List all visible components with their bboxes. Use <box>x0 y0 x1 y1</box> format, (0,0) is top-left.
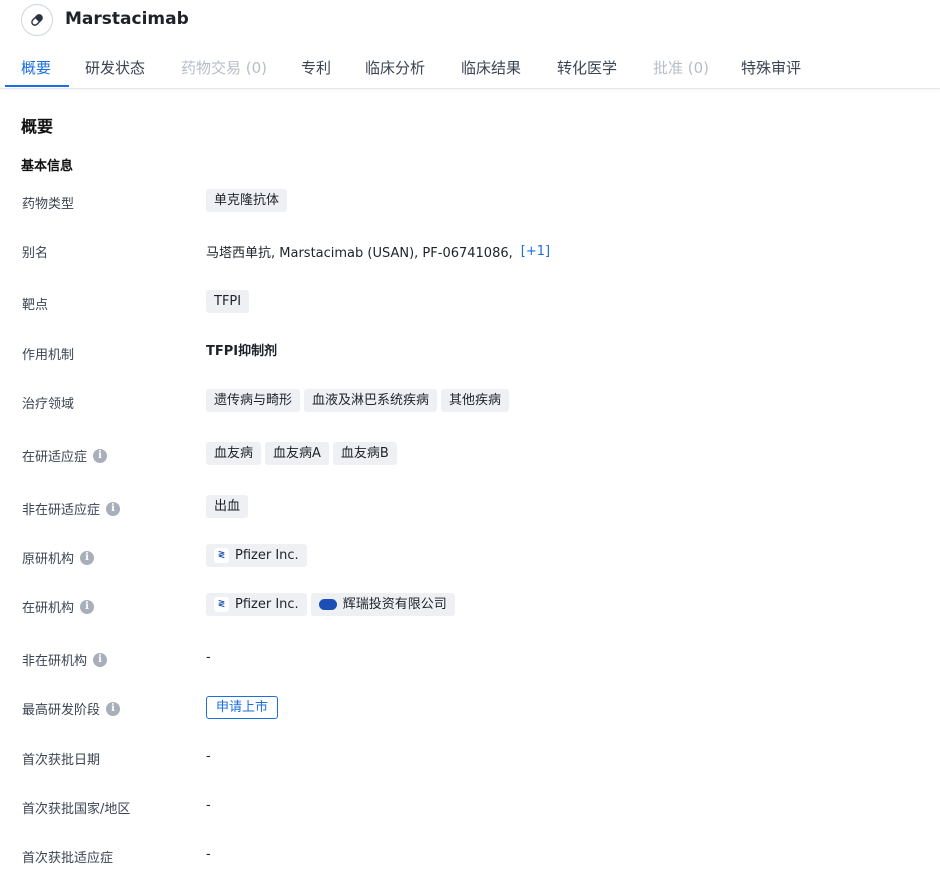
tab-clinical-analysis[interactable]: 临床分析 <box>365 57 425 78</box>
active-org-value: ≷ Pfizer Inc. 辉瑞投资有限公司 <box>206 593 455 616</box>
tag[interactable]: 血友病A <box>265 442 329 465</box>
info-icon[interactable]: i <box>80 550 95 565</box>
drug-header: Marstacimab 概要 研发状态 药物交易 (0) 专利 临床分析 临床结… <box>0 0 940 89</box>
tab-overview[interactable]: 概要 <box>21 57 51 78</box>
active-org-label: 在研机构 i <box>22 597 95 616</box>
tag[interactable]: 血友病 <box>206 442 262 465</box>
target-value: TFPI <box>206 290 250 313</box>
info-icon[interactable]: i <box>80 599 95 614</box>
tag[interactable]: 出血 <box>206 495 249 518</box>
tab-deals[interactable]: 药物交易 (0) <box>181 57 267 78</box>
tag[interactable]: 单克隆抗体 <box>206 189 288 212</box>
tab-special-review[interactable]: 特殊审评 <box>741 57 801 78</box>
tag[interactable]: TFPI <box>206 290 250 313</box>
tab-bar: 概要 研发状态 药物交易 (0) 专利 临床分析 临床结果 转化医学 批准 (0… <box>0 52 940 88</box>
alias-value: 马塔西单抗, Marstacimab (USAN), PF-06741086, … <box>206 242 550 261</box>
drug-type-value: 单克隆抗体 <box>206 189 288 212</box>
alias-text: 马塔西单抗, Marstacimab (USAN), PF-06741086, <box>206 246 513 261</box>
active-tab-indicator <box>5 85 69 87</box>
tag[interactable]: 其他疾病 <box>441 389 510 412</box>
therapeutic-area-label: 治疗领域 <box>22 397 75 412</box>
info-icon[interactable]: i <box>106 701 121 716</box>
inactive-org-label: 非在研机构 i <box>22 650 108 669</box>
mechanism-label: 作用机制 <box>22 348 75 363</box>
org-tag[interactable]: ≷ Pfizer Inc. <box>206 593 307 616</box>
inactive-indication-value: 出血 <box>206 495 249 518</box>
pfizer-logo-icon: ≷ <box>214 597 229 612</box>
section-title: 概要 <box>21 117 54 136</box>
tag[interactable]: 遗传病与畸形 <box>206 389 301 412</box>
info-icon[interactable]: i <box>93 652 108 667</box>
originator-value: ≷ Pfizer Inc. <box>206 544 307 567</box>
first-approval-indication-label: 首次获批适应症 <box>22 851 114 866</box>
therapeutic-area-value: 遗传病与畸形 血液及淋巴系统疾病 其他疾病 <box>206 389 510 412</box>
highest-phase-label: 最高研发阶段 i <box>22 699 121 718</box>
pill-icon <box>21 4 53 36</box>
highest-phase-value: 申请上市 <box>206 696 279 719</box>
originator-label: 原研机构 i <box>22 548 95 567</box>
inactive-indication-label: 非在研适应症 i <box>22 499 121 518</box>
tab-clinical-results[interactable]: 临床结果 <box>461 57 521 78</box>
drug-detail-page: Marstacimab 概要 研发状态 药物交易 (0) 专利 临床分析 临床结… <box>0 0 940 887</box>
alias-more-link[interactable]: [+1] <box>521 244 550 259</box>
active-indication-label: 在研适应症 i <box>22 446 108 465</box>
pfizer-logo-icon: ≷ <box>214 548 229 563</box>
tab-translational-medicine[interactable]: 转化医学 <box>557 57 617 78</box>
inactive-org-value: - <box>206 650 211 665</box>
org-tag[interactable]: 辉瑞投资有限公司 <box>310 593 455 616</box>
tab-approvals[interactable]: 批准 (0) <box>653 57 709 78</box>
first-approval-indication-value: - <box>206 847 211 862</box>
tag[interactable]: 血液及淋巴系统疾病 <box>304 389 438 412</box>
target-label: 靶点 <box>22 298 49 313</box>
first-approval-country-label: 首次获批国家/地区 <box>22 802 131 817</box>
first-approval-date-label: 首次获批日期 <box>22 753 101 768</box>
tab-rd-status[interactable]: 研发状态 <box>85 57 145 78</box>
info-icon[interactable]: i <box>106 501 121 516</box>
drug-name: Marstacimab <box>65 9 189 29</box>
first-approval-country-value: - <box>206 798 211 813</box>
first-approval-date-value: - <box>206 749 211 764</box>
tag[interactable]: 血友病B <box>332 442 397 465</box>
active-indication-value: 血友病 血友病A 血友病B <box>206 442 397 465</box>
pfizer-pill-logo-icon <box>318 599 337 610</box>
drug-type-label: 药物类型 <box>22 197 75 212</box>
org-tag[interactable]: ≷ Pfizer Inc. <box>206 544 307 567</box>
basic-info-title: 基本信息 <box>21 159 74 174</box>
mechanism-value: TFPI抑制剂 <box>206 344 278 359</box>
tab-patents[interactable]: 专利 <box>301 57 331 78</box>
stage-badge[interactable]: 申请上市 <box>206 696 279 719</box>
alias-label: 别名 <box>22 246 49 261</box>
info-icon[interactable]: i <box>93 448 108 463</box>
